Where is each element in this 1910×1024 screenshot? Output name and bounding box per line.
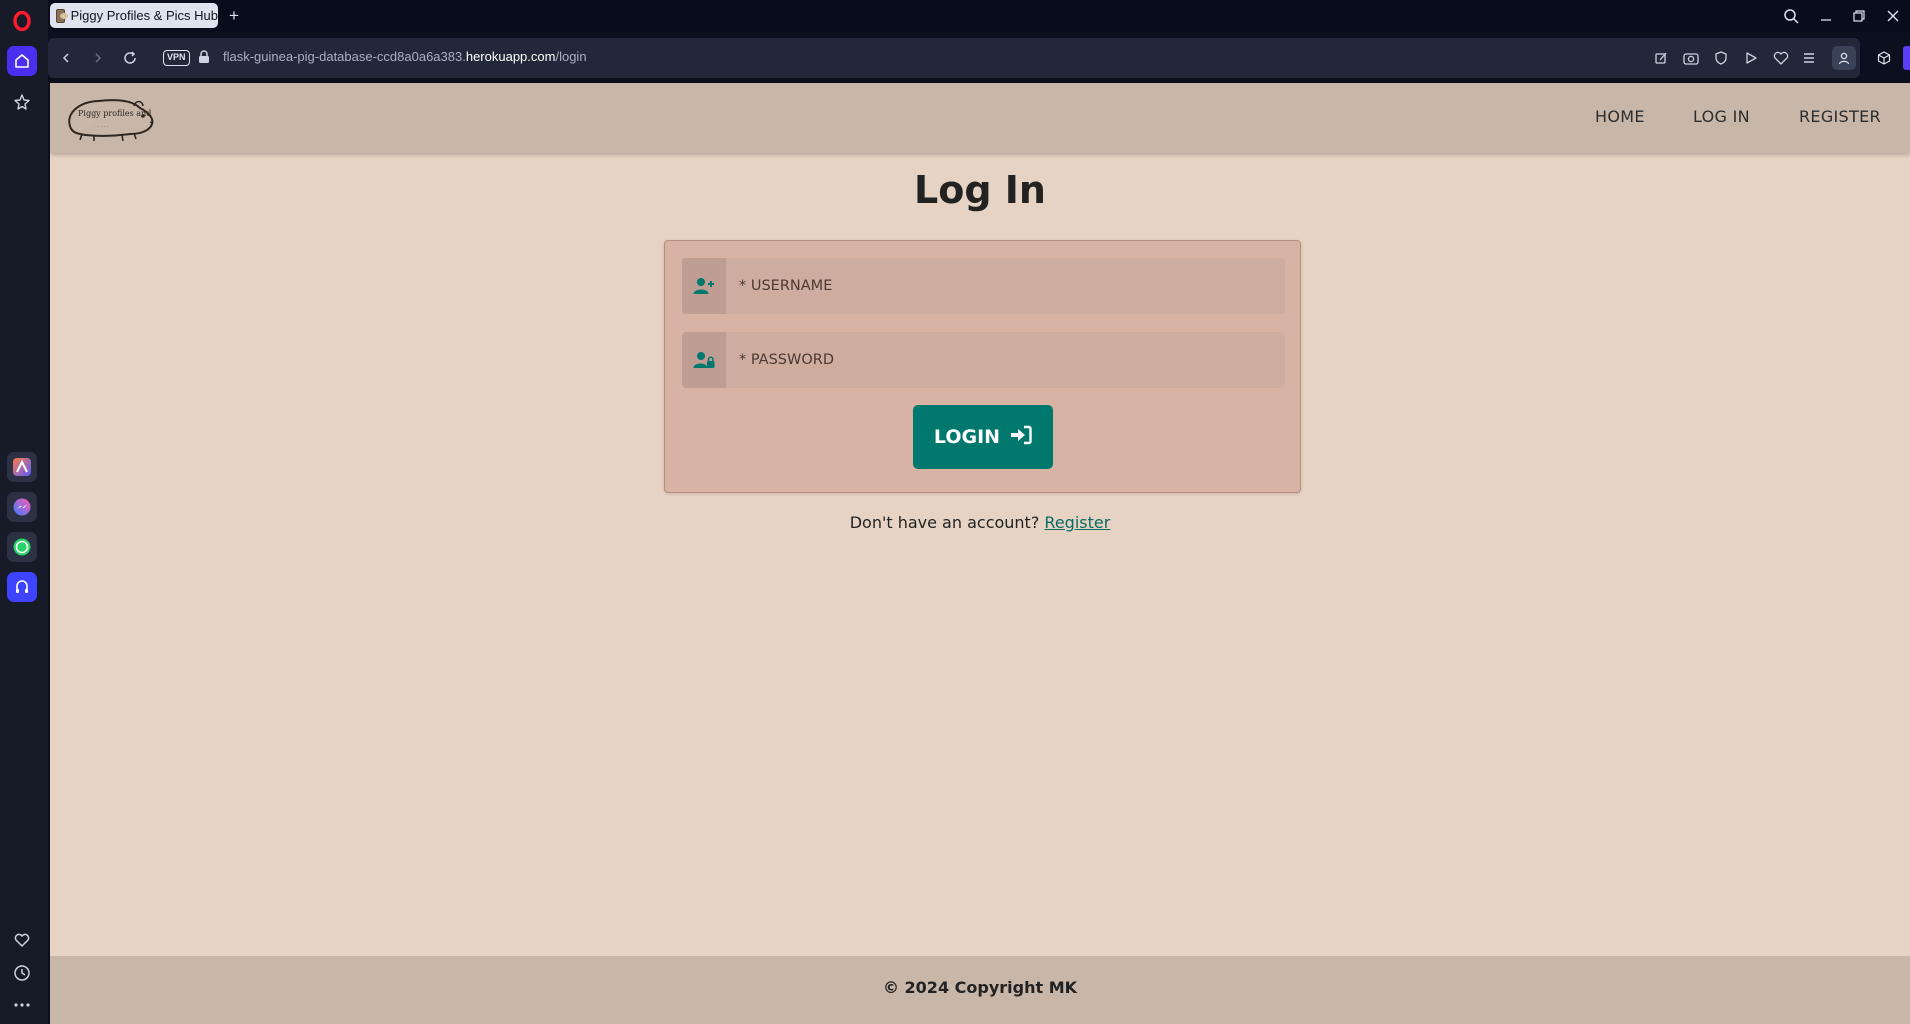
search-tabs-icon[interactable] — [1780, 5, 1802, 27]
username-input[interactable] — [726, 258, 1285, 314]
camera-icon[interactable] — [1681, 48, 1701, 68]
heart-icon[interactable] — [7, 925, 37, 955]
snapshot-icon[interactable] — [1651, 48, 1671, 68]
login-button-label: LOGIN — [933, 426, 1001, 448]
close-icon[interactable] — [1882, 5, 1904, 27]
site-footer: © 2024 Copyright MK — [50, 956, 1910, 1024]
new-tab-button[interactable]: + — [224, 6, 244, 26]
whatsapp-icon[interactable] — [7, 532, 37, 562]
easy-setup-icon[interactable] — [1799, 48, 1819, 68]
url-domain: herokuapp.com — [465, 49, 556, 64]
page-viewport: Piggy profiles and · · · · · HOME LOG IN… — [50, 83, 1910, 1024]
lock-icon[interactable] — [198, 50, 210, 69]
nav-login-link[interactable]: LOG IN — [1693, 107, 1750, 126]
login-button[interactable]: LOGIN — [913, 405, 1053, 469]
username-field-group — [682, 258, 1285, 314]
url-subdomain: flask-guinea-pig-database-ccd8a0a6a383. — [223, 49, 466, 64]
more-icon[interactable] — [7, 990, 37, 1020]
page-title: Log In — [914, 168, 1046, 212]
flow-icon[interactable] — [1741, 48, 1761, 68]
browser-sidebar — [0, 0, 48, 1024]
favicon-icon — [56, 8, 68, 23]
site-logo[interactable]: Piggy profiles and · · · · · — [64, 92, 156, 144]
history-icon[interactable] — [7, 958, 37, 988]
browser-titlebar: Piggy Profiles & Pics Hub + — [48, 0, 1910, 32]
user-plus-icon — [682, 258, 726, 314]
register-prompt-text: Don't have an account? — [849, 513, 1040, 532]
vpn-badge[interactable]: VPN — [163, 50, 190, 66]
password-input[interactable] — [726, 332, 1285, 388]
register-link[interactable]: Register — [1044, 513, 1110, 532]
back-icon[interactable] — [56, 48, 76, 68]
heart-icon[interactable] — [1771, 48, 1791, 68]
shield-icon[interactable] — [1711, 48, 1731, 68]
aria-icon[interactable] — [7, 452, 37, 482]
svg-text:· · · · ·: · · · · · — [94, 124, 109, 130]
pinboards-icon[interactable] — [7, 87, 37, 117]
music-player-icon[interactable] — [7, 572, 37, 602]
url-field[interactable]: flask-guinea-pig-database-ccd8a0a6a383.h… — [223, 49, 587, 64]
user-lock-icon — [682, 332, 726, 388]
reload-icon[interactable] — [120, 48, 140, 68]
profile-icon[interactable] — [1832, 46, 1856, 70]
register-prompt: Don't have an account? Register — [50, 513, 1910, 532]
home-icon[interactable] — [7, 46, 37, 76]
nav-register-link[interactable]: REGISTER — [1799, 107, 1881, 126]
minimize-icon[interactable] — [1815, 5, 1837, 27]
site-navbar: Piggy profiles and · · · · · HOME LOG IN… — [50, 83, 1910, 153]
sidebar-toggle[interactable] — [1903, 46, 1910, 70]
extensions-icon[interactable] — [1872, 46, 1896, 70]
copyright-text: © 2024 Copyright MK — [882, 978, 1078, 997]
url-path: /login — [555, 49, 587, 64]
nav-home-link[interactable]: HOME — [1595, 107, 1645, 126]
opera-logo-icon[interactable] — [7, 6, 37, 36]
tab-title: Piggy Profiles & Pics Hub — [70, 8, 218, 23]
login-form-card: LOGIN — [664, 240, 1301, 493]
sign-in-icon — [1010, 425, 1032, 450]
browser-tab[interactable]: Piggy Profiles & Pics Hub — [50, 3, 218, 28]
password-field-group — [682, 332, 1285, 388]
address-bar: VPN flask-guinea-pig-database-ccd8a0a6a3… — [48, 38, 1860, 78]
forward-icon[interactable] — [88, 48, 108, 68]
messenger-icon[interactable] — [7, 492, 37, 522]
restore-icon[interactable] — [1848, 5, 1870, 27]
logo-text: Piggy profiles and — [78, 109, 151, 118]
